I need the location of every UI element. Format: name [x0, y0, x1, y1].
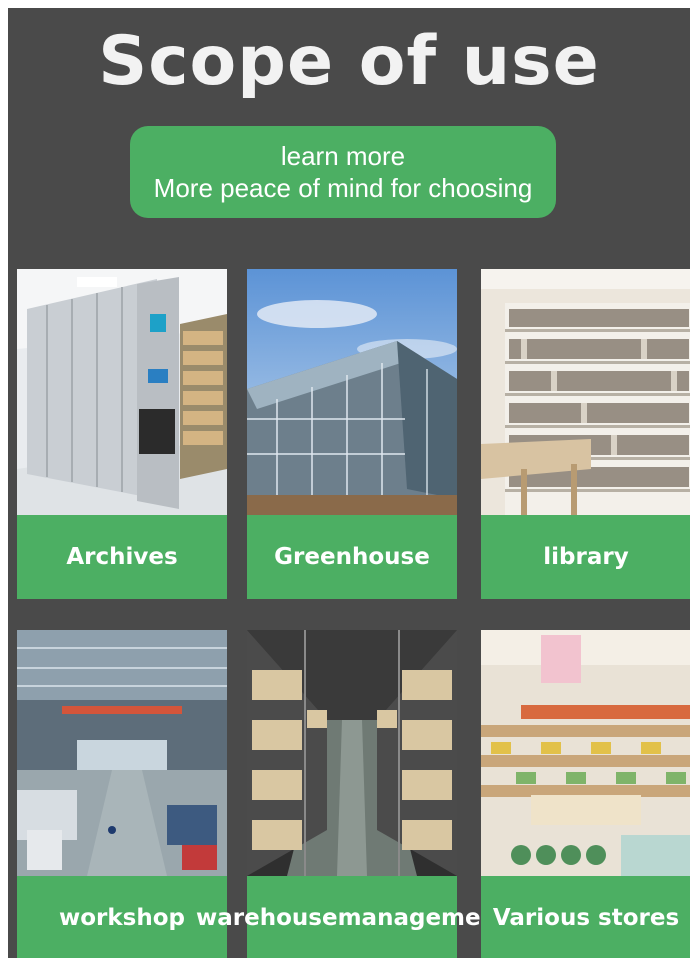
- card-label: Archives: [66, 544, 178, 570]
- library-photo: [481, 269, 690, 515]
- card-warehouse-management[interactable]: warehouse management: [196, 630, 508, 958]
- card-archives[interactable]: Archives: [17, 269, 227, 599]
- card-label: library: [543, 544, 629, 570]
- card-greenhouse[interactable]: Greenhouse: [247, 269, 457, 599]
- card-label: Various stores: [492, 905, 680, 931]
- card-library[interactable]: library: [481, 269, 690, 599]
- card-label: Greenhouse: [274, 544, 430, 570]
- stores-photo: [481, 630, 690, 876]
- scope-panel: Scope of use learn more More peace of mi…: [8, 8, 690, 958]
- warehouse-photo: [247, 630, 457, 876]
- page-title: Scope of use: [98, 22, 600, 101]
- cta-line-2: More peace of mind for choosing: [153, 173, 533, 203]
- card-label-line-1: warehouse: [196, 905, 338, 931]
- archives-photo: [17, 269, 227, 515]
- card-label: warehouse management: [196, 876, 508, 958]
- card-various-stores[interactable]: Various stores: [481, 630, 690, 958]
- cta-line-1: learn more: [280, 141, 406, 171]
- workshop-photo: [17, 630, 227, 876]
- learn-more-button[interactable]: learn more More peace of mind for choosi…: [130, 126, 556, 218]
- greenhouse-photo: [247, 269, 457, 515]
